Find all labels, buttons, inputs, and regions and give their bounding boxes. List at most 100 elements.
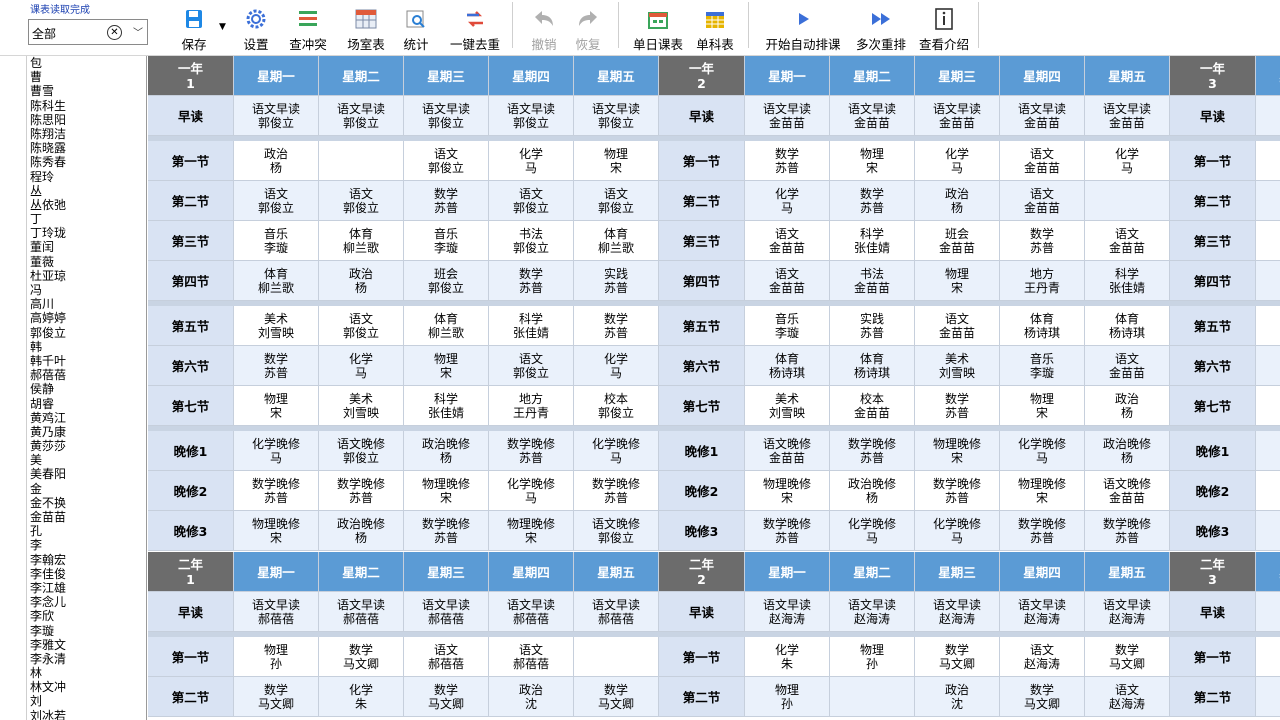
lesson-cell[interactable]: 语 <box>1256 592 1280 632</box>
lesson-cell[interactable]: 物理宋 <box>915 261 1000 301</box>
lesson-cell[interactable]: 化学晚修马 <box>830 511 915 551</box>
lesson-cell[interactable]: 化学马 <box>745 181 830 221</box>
lesson-cell[interactable]: 语文 金苗苗 <box>745 261 830 301</box>
teacher-list-item[interactable]: 陈思阳 <box>27 113 146 127</box>
lesson-cell[interactable] <box>1256 141 1280 181</box>
lesson-cell[interactable]: 语文早读 金苗苗 <box>745 96 830 136</box>
lesson-cell[interactable]: 化学朱 <box>319 677 404 717</box>
lesson-cell[interactable]: 语文早读 赵海涛 <box>1085 592 1170 632</box>
lesson-cell[interactable]: 语文 金苗苗 <box>1000 181 1085 221</box>
lesson-cell[interactable]: 政治沈 <box>489 677 574 717</box>
lesson-cell[interactable]: 数学 马文卿 <box>915 637 1000 677</box>
toolbar-button-2[interactable]: 查冲突 <box>284 4 332 52</box>
lesson-cell[interactable]: 实践 苏普 <box>830 306 915 346</box>
teacher-list-item[interactable]: 陈晓露 <box>27 141 146 155</box>
lesson-cell[interactable]: 语文 郭俊立 <box>404 141 489 181</box>
teacher-list-item[interactable]: 黄乃康 <box>27 425 146 439</box>
lesson-cell[interactable]: 物 <box>1256 431 1280 471</box>
lesson-cell[interactable]: 物理晚修宋 <box>404 471 489 511</box>
chevron-down-icon[interactable]: ﹀ <box>133 24 143 39</box>
lesson-cell[interactable]: 语文早读 赵海涛 <box>1000 592 1085 632</box>
lesson-cell[interactable]: 科学 张佳婧 <box>1085 261 1170 301</box>
teacher-list-item[interactable]: 胡睿 <box>27 397 146 411</box>
teacher-list-item[interactable]: 李翰宏 <box>27 553 146 567</box>
lesson-cell[interactable]: 物理宋 <box>1000 386 1085 426</box>
toolbar-button-3[interactable]: 场室表 <box>342 4 390 52</box>
teacher-list-item[interactable]: 韩 <box>27 340 146 354</box>
lesson-cell[interactable]: 化 <box>1256 471 1280 511</box>
lesson-cell[interactable]: 体育 杨诗琪 <box>1085 306 1170 346</box>
lesson-cell[interactable]: 语文 郭俊立 <box>234 181 319 221</box>
teacher-list-item[interactable]: 丁 <box>27 212 146 226</box>
teacher-list-item[interactable]: 金不换 <box>27 496 146 510</box>
teacher-list-item[interactable]: 李雅文 <box>27 638 146 652</box>
lesson-cell[interactable]: 政治沈 <box>915 677 1000 717</box>
lesson-cell[interactable]: 语文 赵海涛 <box>1000 637 1085 677</box>
lesson-cell[interactable]: 班会 郭俊立 <box>404 261 489 301</box>
lesson-cell[interactable]: 物理宋 <box>404 346 489 386</box>
toolbar-button-1[interactable]: 设置 <box>236 4 276 52</box>
lesson-cell[interactable]: 语文 赵海涛 <box>1085 677 1170 717</box>
lesson-cell[interactable]: 书法 金苗苗 <box>830 261 915 301</box>
lesson-cell[interactable]: 地方 王丹青 <box>1000 261 1085 301</box>
lesson-cell[interactable]: 语文 郝蓓蓓 <box>489 637 574 677</box>
lesson-cell[interactable]: 体育 杨诗琪 <box>830 346 915 386</box>
lesson-cell[interactable]: 语文晚修 郭俊立 <box>574 511 659 551</box>
lesson-cell[interactable] <box>1256 346 1280 386</box>
lesson-cell[interactable]: 语文早读 郭俊立 <box>404 96 489 136</box>
lesson-cell[interactable]: 语文 金苗苗 <box>1085 346 1170 386</box>
lesson-cell[interactable]: 班会 金苗苗 <box>915 221 1000 261</box>
lesson-cell[interactable]: 语文 郭俊立 <box>574 181 659 221</box>
lesson-cell[interactable]: 语文早读 金苗苗 <box>1000 96 1085 136</box>
lesson-cell[interactable]: 语文早读 郭俊立 <box>319 96 404 136</box>
lesson-cell[interactable]: 校本 郭俊立 <box>574 386 659 426</box>
lesson-cell[interactable]: 语文早读 赵海涛 <box>745 592 830 632</box>
toolbar-button-11[interactable]: 多次重排 <box>850 4 912 52</box>
lesson-cell[interactable]: 数学晚修 苏普 <box>915 471 1000 511</box>
teacher-list-item[interactable]: 丛 <box>27 184 146 198</box>
teacher-list-item[interactable]: 程玲 <box>27 170 146 184</box>
lesson-cell[interactable]: 化学马 <box>319 346 404 386</box>
teacher-list-item[interactable]: 林 <box>27 666 146 680</box>
lesson-cell[interactable]: 数学 苏普 <box>234 346 319 386</box>
lesson-cell[interactable]: 物理晚修宋 <box>745 471 830 511</box>
lesson-cell[interactable]: 数学晚修 苏普 <box>1000 511 1085 551</box>
lesson-cell[interactable]: 数学 马文卿 <box>1000 677 1085 717</box>
lesson-cell[interactable]: 数学 苏普 <box>404 181 489 221</box>
teacher-list-item[interactable]: 韩千叶 <box>27 354 146 368</box>
toolbar-button-4[interactable]: 统计 <box>396 4 436 52</box>
teacher-list-item[interactable]: 陈科生 <box>27 99 146 113</box>
lesson-cell[interactable]: 数学 马文卿 <box>574 677 659 717</box>
teacher-list-item[interactable]: 侯静 <box>27 382 146 396</box>
lesson-cell[interactable]: 语文早读 郭俊立 <box>574 96 659 136</box>
lesson-cell[interactable]: 音乐 李璇 <box>404 221 489 261</box>
teacher-list-item[interactable]: 李佳俊 <box>27 567 146 581</box>
lesson-cell[interactable]: 语文 郭俊立 <box>319 181 404 221</box>
lesson-cell[interactable]: 语文 金苗苗 <box>1085 221 1170 261</box>
teacher-list-item[interactable]: 郭俊立 <box>27 326 146 340</box>
teacher-list-item[interactable]: 李江雄 <box>27 581 146 595</box>
lesson-cell[interactable]: 科学 张佳婧 <box>404 386 489 426</box>
teacher-list-item[interactable]: 美春阳 <box>27 467 146 481</box>
lesson-cell[interactable]: 化 <box>1256 511 1280 551</box>
lesson-cell[interactable]: 语文晚修 郭俊立 <box>319 431 404 471</box>
lesson-cell[interactable]: 语文 金苗苗 <box>745 221 830 261</box>
lesson-cell[interactable] <box>319 141 404 181</box>
lesson-cell[interactable]: 政治晚修杨 <box>319 511 404 551</box>
lesson-cell[interactable]: 物理孙 <box>234 637 319 677</box>
lesson-cell[interactable] <box>1256 677 1280 717</box>
lesson-cell[interactable]: 科学 张佳婧 <box>489 306 574 346</box>
lesson-cell[interactable]: 物理孙 <box>830 637 915 677</box>
lesson-cell[interactable]: 体育 柳兰歌 <box>574 221 659 261</box>
teacher-list-item[interactable]: 曹雪 <box>27 84 146 98</box>
lesson-cell[interactable]: 数学 苏普 <box>830 181 915 221</box>
lesson-cell[interactable]: 科学 张佳婧 <box>830 221 915 261</box>
lesson-cell[interactable] <box>1256 181 1280 221</box>
lesson-cell[interactable]: 政治杨 <box>319 261 404 301</box>
lesson-cell[interactable]: 物理晚修宋 <box>234 511 319 551</box>
teacher-list-item[interactable]: 包 <box>27 56 146 70</box>
lesson-cell[interactable] <box>1256 261 1280 301</box>
teacher-list-item[interactable]: 陈翔洁 <box>27 127 146 141</box>
teacher-list-item[interactable]: 丁玲珑 <box>27 226 146 240</box>
lesson-cell[interactable]: 数学晚修 苏普 <box>489 431 574 471</box>
